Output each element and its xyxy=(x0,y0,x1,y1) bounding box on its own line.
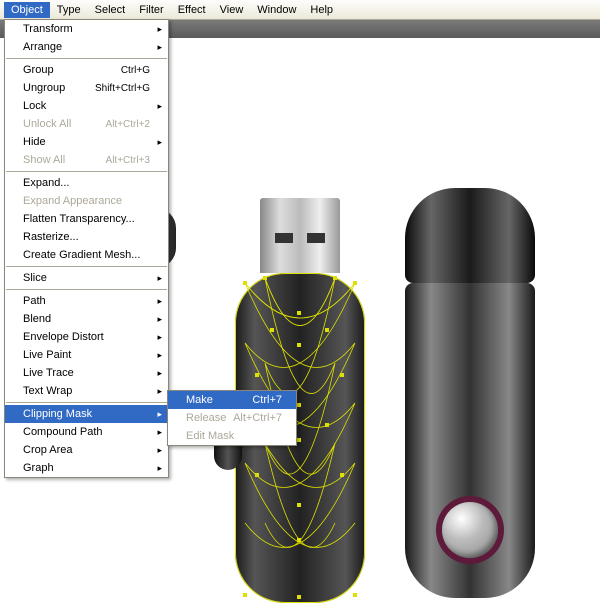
menu-type[interactable]: Type xyxy=(50,2,88,18)
menu-select[interactable]: Select xyxy=(88,2,133,18)
menu-item-graph[interactable]: Graph xyxy=(5,459,168,477)
menu-object[interactable]: Object xyxy=(4,2,50,18)
usb-connector xyxy=(260,198,340,273)
menu-effect[interactable]: Effect xyxy=(171,2,213,18)
menu-item-clipping-mask[interactable]: Clipping Mask xyxy=(5,405,168,423)
menu-item-expand-appearance: Expand Appearance xyxy=(5,192,168,210)
menu-item-text-wrap[interactable]: Text Wrap xyxy=(5,382,168,400)
usb-body-2 xyxy=(405,283,535,598)
menu-item-envelope-distort[interactable]: Envelope Distort xyxy=(5,328,168,346)
usb-cap xyxy=(405,188,535,283)
clipping-mask-submenu: MakeCtrl+7ReleaseAlt+Ctrl+7Edit Mask xyxy=(167,390,297,446)
usb-button xyxy=(442,502,498,558)
menu-help[interactable]: Help xyxy=(303,2,340,18)
menu-item-compound-path[interactable]: Compound Path xyxy=(5,423,168,441)
menu-item-blend[interactable]: Blend xyxy=(5,310,168,328)
menu-item-transform[interactable]: Transform xyxy=(5,20,168,38)
menu-item-slice[interactable]: Slice xyxy=(5,269,168,287)
menu-item-expand-[interactable]: Expand... xyxy=(5,174,168,192)
menu-item-arrange[interactable]: Arrange xyxy=(5,38,168,56)
menu-filter[interactable]: Filter xyxy=(132,2,170,18)
submenu-item-make[interactable]: MakeCtrl+7 xyxy=(168,391,296,409)
menu-item-group[interactable]: GroupCtrl+G xyxy=(5,61,168,79)
usb-drive-closed xyxy=(405,188,535,598)
menu-item-ungroup[interactable]: UngroupShift+Ctrl+G xyxy=(5,79,168,97)
submenu-item-release: ReleaseAlt+Ctrl+7 xyxy=(168,409,296,427)
menu-item-show-all: Show AllAlt+Ctrl+3 xyxy=(5,151,168,169)
menu-item-flatten-transparency-[interactable]: Flatten Transparency... xyxy=(5,210,168,228)
menu-item-live-paint[interactable]: Live Paint xyxy=(5,346,168,364)
object-menu-dropdown: TransformArrange GroupCtrl+GUngroupShift+… xyxy=(4,19,169,478)
menu-item-path[interactable]: Path xyxy=(5,292,168,310)
menu-item-lock[interactable]: Lock xyxy=(5,97,168,115)
menu-item-rasterize-[interactable]: Rasterize... xyxy=(5,228,168,246)
menu-item-crop-area[interactable]: Crop Area xyxy=(5,441,168,459)
menu-item-hide[interactable]: Hide xyxy=(5,133,168,151)
menu-item-live-trace[interactable]: Live Trace xyxy=(5,364,168,382)
submenu-item-edit-mask: Edit Mask xyxy=(168,427,296,445)
menubar: Object Type Select Filter Effect View Wi… xyxy=(0,0,600,20)
menu-view[interactable]: View xyxy=(213,2,251,18)
menu-item-create-gradient-mesh-[interactable]: Create Gradient Mesh... xyxy=(5,246,168,264)
menu-item-unlock-all: Unlock AllAlt+Ctrl+2 xyxy=(5,115,168,133)
menu-window[interactable]: Window xyxy=(250,2,303,18)
